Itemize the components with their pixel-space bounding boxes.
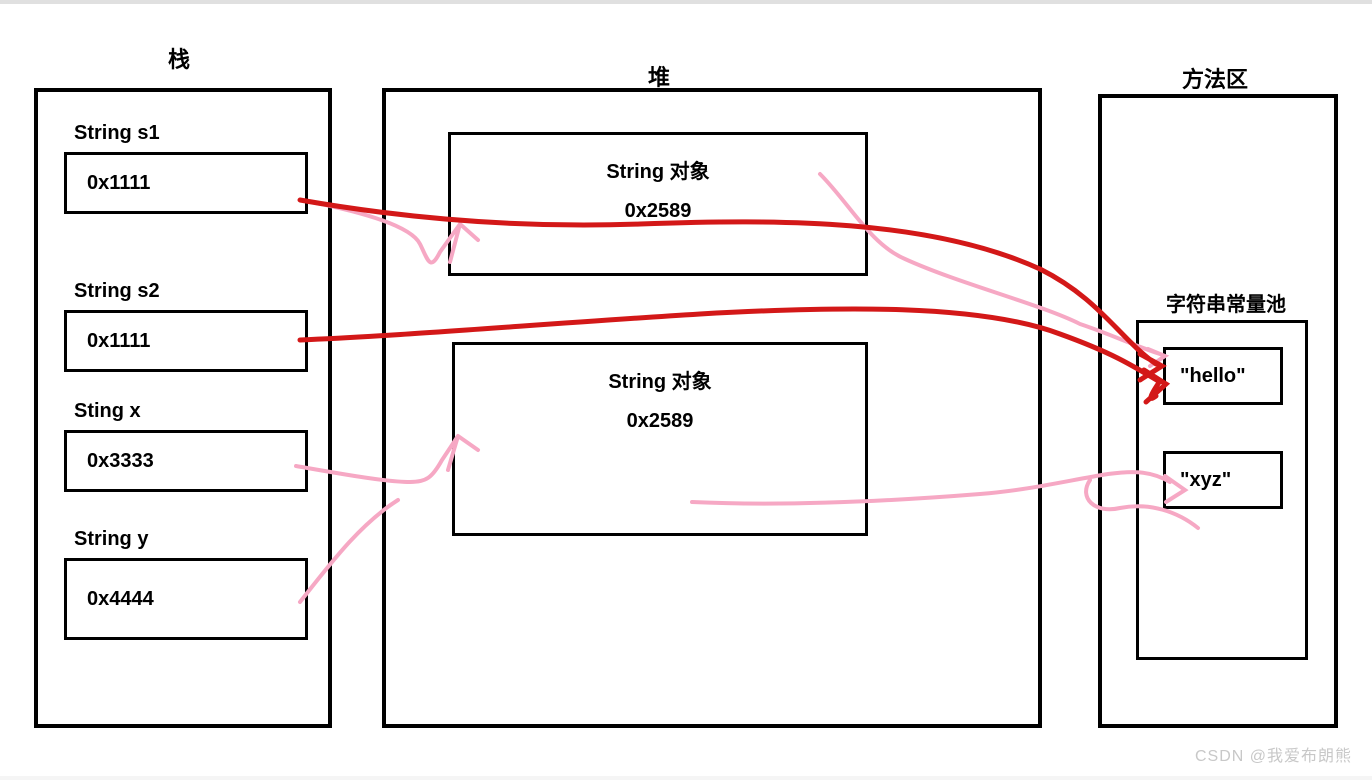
pool-item-hello: "hello" [1163,347,1283,405]
stack-title: 栈 [168,42,190,74]
watermark-text: CSDN @我爱布朗熊 [1195,742,1352,766]
stack-y-value: 0x4444 [87,588,154,611]
heap-region: String 对象 0x2589 String 对象 0x2589 [382,88,1042,728]
heap-object-1-title: String 对象 [451,155,865,184]
stack-s2-value: 0x1111 [87,330,150,353]
pool-item-hello-text: "hello" [1180,365,1246,388]
stack-y-box: 0x4444 [64,558,308,640]
pool-item-xyz: "xyz" [1163,451,1283,509]
string-pool-box: "hello" "xyz" [1136,320,1308,660]
heap-object-1: String 对象 0x2589 [448,132,868,276]
stack-x-value: 0x3333 [87,450,154,473]
stack-region: String s1 0x1111 String s2 0x1111 Sting … [34,88,332,728]
string-pool-title: 字符串常量池 [1166,288,1286,317]
method-area-region: 字符串常量池 "hello" "xyz" [1098,94,1338,728]
stack-s2-box: 0x1111 [64,310,308,372]
stack-s1-label: String s1 [74,122,160,145]
stack-x-label: Sting x [74,400,141,423]
heap-object-2-addr: 0x2589 [455,410,865,433]
stack-x-box: 0x3333 [64,430,308,492]
heap-object-1-addr: 0x2589 [451,200,865,223]
stack-s1-box: 0x1111 [64,152,308,214]
pool-item-xyz-text: "xyz" [1180,469,1231,492]
stack-s2-label: String s2 [74,280,160,303]
diagram-canvas: { "titles":{ "stack":"栈", "heap":"堆", "m… [0,0,1372,776]
stack-s1-value: 0x1111 [87,172,150,195]
stack-y-label: String y [74,528,148,551]
method-area-title: 方法区 [1182,62,1248,94]
heap-object-2: String 对象 0x2589 [452,342,868,536]
heap-object-2-title: String 对象 [455,365,865,394]
